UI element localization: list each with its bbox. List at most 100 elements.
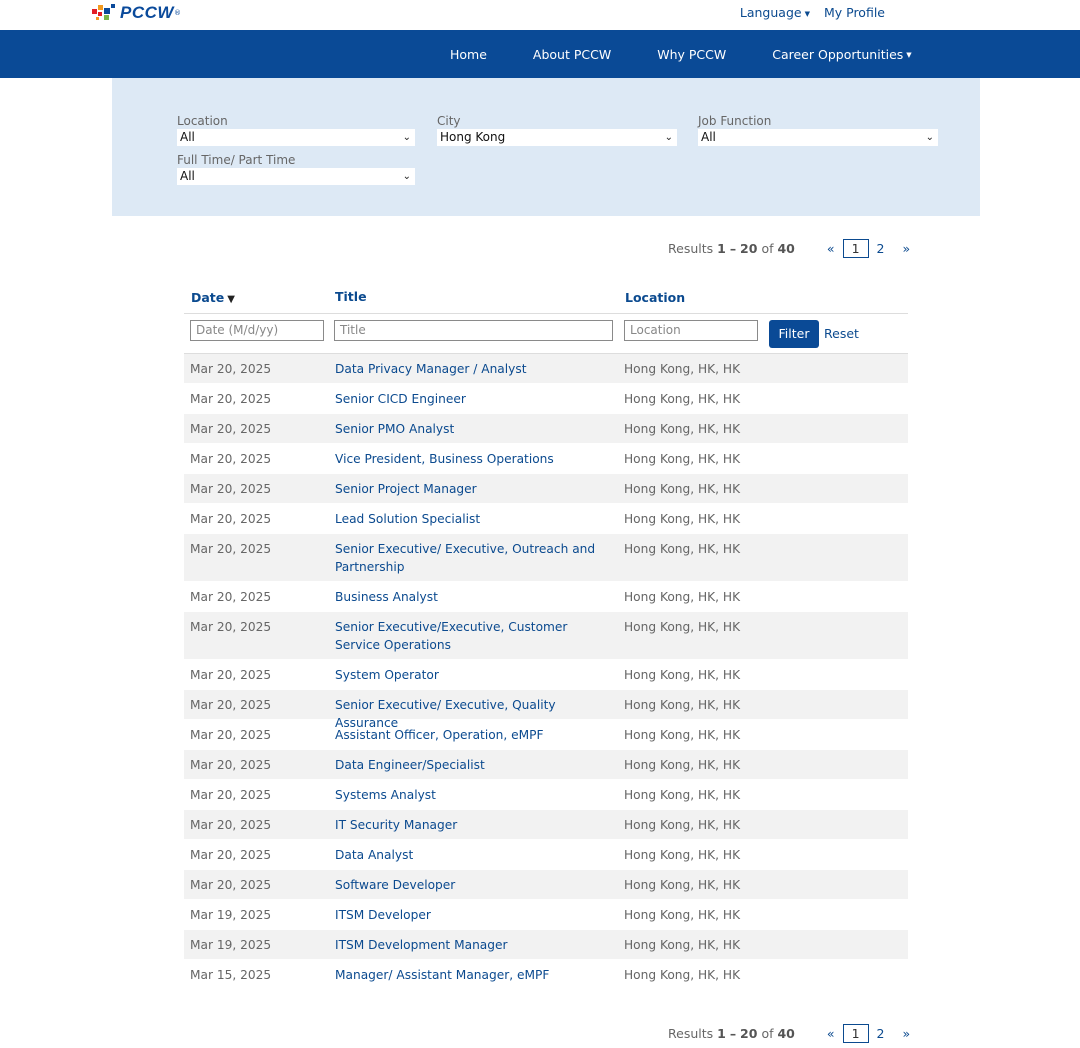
reset-link[interactable]: Reset bbox=[824, 326, 859, 341]
nav-about-pccw[interactable]: About PCCW bbox=[533, 47, 611, 62]
job-date: Mar 20, 2025 bbox=[190, 422, 272, 436]
language-menu[interactable]: Language ▼ bbox=[740, 5, 810, 20]
job-title-link[interactable]: Senior CICD Engineer bbox=[335, 390, 605, 408]
job-date: Mar 20, 2025 bbox=[190, 758, 272, 772]
table-row: Mar 20, 2025 Business Analyst Hong Kong, H… bbox=[184, 582, 908, 612]
job-title-link[interactable]: ITSM Development Manager bbox=[335, 936, 605, 954]
main-nav-bar: Home About PCCW Why PCCW Career Opportun… bbox=[0, 30, 1080, 78]
date-filter-input[interactable]: Date (M/d/yy) bbox=[190, 320, 324, 341]
pagination-prev-button[interactable]: « bbox=[827, 1026, 835, 1041]
pagination-next-button[interactable]: » bbox=[903, 241, 911, 256]
job-title-link[interactable]: Assistant Officer, Operation, eMPF bbox=[335, 726, 605, 744]
job-date: Mar 20, 2025 bbox=[190, 392, 272, 406]
job-function-select-value: All bbox=[701, 130, 716, 144]
results-total: 40 bbox=[777, 1025, 795, 1041]
chevron-down-icon: ⌄ bbox=[925, 132, 934, 143]
table-row: Mar 20, 2025 Lead Solution Specialist Hong… bbox=[184, 504, 908, 534]
pagination-prev-button[interactable]: « bbox=[827, 241, 835, 256]
job-date: Mar 20, 2025 bbox=[190, 620, 272, 634]
city-select[interactable]: Hong Kong ⌄ bbox=[437, 129, 677, 146]
pagination-next-button[interactable]: » bbox=[903, 1026, 911, 1041]
filter-button[interactable]: Filter bbox=[769, 320, 819, 348]
date-header-label: Date bbox=[191, 290, 225, 305]
job-title-link[interactable]: Software Developer bbox=[335, 876, 605, 894]
job-title-link[interactable]: Systems Analyst bbox=[335, 786, 605, 804]
job-location: Hong Kong, HK, HK bbox=[624, 728, 741, 742]
job-date: Mar 20, 2025 bbox=[190, 590, 272, 604]
job-date: Mar 20, 2025 bbox=[190, 362, 272, 376]
job-date: Mar 20, 2025 bbox=[190, 848, 272, 862]
pagination-page-2[interactable]: 2 bbox=[877, 241, 885, 256]
table-row: Mar 20, 2025 Senior PMO Analyst Hong Kong,… bbox=[184, 414, 908, 444]
job-location: Hong Kong, HK, HK bbox=[624, 620, 741, 634]
results-range-start: 1 bbox=[717, 1025, 726, 1041]
title-column-header[interactable]: Title bbox=[335, 289, 367, 304]
caret-down-icon: ▼ bbox=[906, 51, 912, 59]
job-title-link[interactable]: System Operator bbox=[335, 666, 605, 684]
table-row: Mar 19, 2025 ITSM Developer Hong Kong, HK,… bbox=[184, 900, 908, 930]
job-title-link[interactable]: Vice President, Business Operations bbox=[335, 450, 605, 468]
employment-type-select-value: All bbox=[180, 169, 195, 183]
nav-career-opportunities-label: Career Opportunities bbox=[772, 46, 904, 62]
pagination-current-page[interactable]: 1 bbox=[842, 1023, 869, 1043]
pagination-page-2[interactable]: 2 bbox=[877, 1026, 885, 1041]
table-row: Mar 20, 2025 Data Analyst Hong Kong, HK, H… bbox=[184, 840, 908, 870]
job-location: Hong Kong, HK, HK bbox=[624, 938, 741, 952]
job-title-link[interactable]: ITSM Developer bbox=[335, 906, 605, 924]
pagination-top: Results 1 – 20 of 40 « 1 2 » bbox=[668, 238, 910, 258]
job-location: Hong Kong, HK, HK bbox=[624, 908, 741, 922]
location-filter-input[interactable]: Location bbox=[624, 320, 758, 341]
sort-desc-icon: ▼ bbox=[227, 294, 235, 305]
results-label: Results bbox=[668, 240, 714, 256]
job-date: Mar 20, 2025 bbox=[190, 668, 272, 682]
job-title-link[interactable]: Senior Executive/Executive, Customer Ser… bbox=[335, 618, 605, 654]
chevron-down-icon: ⌄ bbox=[664, 132, 673, 143]
pccw-logo[interactable]: PCCW ® bbox=[92, 2, 181, 24]
nav-career-opportunities[interactable]: Career Opportunities ▼ bbox=[772, 47, 911, 62]
employment-type-select[interactable]: All ⌄ bbox=[177, 168, 415, 185]
location-select[interactable]: All ⌄ bbox=[177, 129, 415, 146]
location-filter-label: Location bbox=[177, 114, 228, 128]
job-title-link[interactable]: Data Engineer/Specialist bbox=[335, 756, 605, 774]
job-location: Hong Kong, HK, HK bbox=[624, 818, 741, 832]
pccw-pixel-logo-icon bbox=[92, 3, 118, 23]
utility-nav: Language ▼ My Profile bbox=[740, 5, 885, 20]
table-row: Mar 20, 2025 Senior CICD Engineer Hong Kon… bbox=[184, 384, 908, 414]
main-nav-links: Home About PCCW Why PCCW Career Opportun… bbox=[450, 30, 912, 78]
table-row: Mar 20, 2025 Assistant Officer, Operation… bbox=[184, 720, 908, 750]
job-results-table: Date ▼ Title Location Date (M/d/yy) Title… bbox=[184, 284, 908, 990]
job-location: Hong Kong, HK, HK bbox=[624, 698, 741, 712]
job-title-link[interactable]: Data Analyst bbox=[335, 846, 605, 864]
logo-text: PCCW bbox=[120, 3, 174, 22]
nav-why-pccw[interactable]: Why PCCW bbox=[657, 47, 726, 62]
job-location: Hong Kong, HK, HK bbox=[624, 452, 741, 466]
top-utility-bar: PCCW ® Language ▼ My Profile bbox=[0, 0, 1080, 30]
job-date: Mar 20, 2025 bbox=[190, 452, 272, 466]
job-date: Mar 20, 2025 bbox=[190, 818, 272, 832]
job-title-link[interactable]: Business Analyst bbox=[335, 588, 605, 606]
title-filter-input[interactable]: Title bbox=[334, 320, 613, 341]
table-row: Mar 20, 2025 Software Developer Hong Kong,… bbox=[184, 870, 908, 900]
job-title-link[interactable]: Manager/ Assistant Manager, eMPF bbox=[335, 966, 605, 984]
job-title-link[interactable]: Senior Executive/ Executive, Outreach an… bbox=[335, 540, 605, 576]
results-range-sep: – bbox=[729, 240, 737, 256]
job-function-select[interactable]: All ⌄ bbox=[698, 129, 938, 146]
date-column-header[interactable]: Date ▼ bbox=[191, 290, 235, 305]
pagination-current-page[interactable]: 1 bbox=[842, 238, 869, 258]
job-title-link[interactable]: Data Privacy Manager / Analyst bbox=[335, 360, 605, 378]
results-range-end: 20 bbox=[740, 1025, 758, 1041]
nav-home[interactable]: Home bbox=[450, 47, 487, 62]
job-title-link[interactable]: IT Security Manager bbox=[335, 816, 605, 834]
job-title-link[interactable]: Lead Solution Specialist bbox=[335, 510, 605, 528]
location-column-header[interactable]: Location bbox=[625, 290, 685, 305]
job-title-link[interactable]: Senior PMO Analyst bbox=[335, 420, 605, 438]
job-title-link[interactable]: Senior Project Manager bbox=[335, 480, 605, 498]
table-row: Mar 20, 2025 Vice President, Business Ope… bbox=[184, 444, 908, 474]
my-profile-link[interactable]: My Profile bbox=[824, 5, 885, 20]
table-row: Mar 20, 2025 Systems Analyst Hong Kong, HK… bbox=[184, 780, 908, 810]
city-filter-label: City bbox=[437, 114, 461, 128]
job-date: Mar 20, 2025 bbox=[190, 878, 272, 892]
search-filter-panel: Location All ⌄ City Hong Kong ⌄ Job Func… bbox=[112, 78, 980, 216]
table-filter-row: Date (M/d/yy) Title Location Filter Rese… bbox=[184, 314, 908, 354]
job-location: Hong Kong, HK, HK bbox=[624, 758, 741, 772]
